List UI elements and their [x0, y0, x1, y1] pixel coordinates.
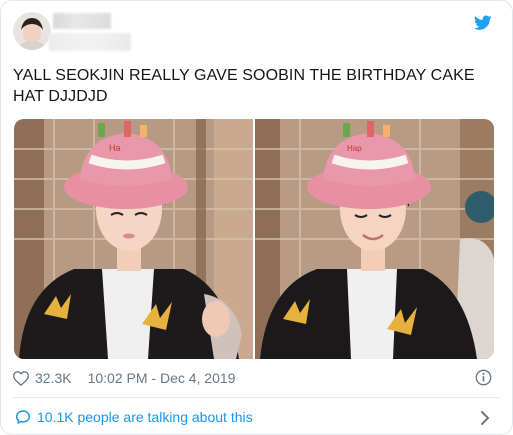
like-count[interactable]: 32.3K: [35, 370, 72, 386]
photo-1-image: Ha: [14, 119, 253, 359]
photo-2-image: Hap: [255, 119, 494, 359]
divider: [13, 397, 500, 398]
tweet-timestamp[interactable]: 10:02 PM - Dec 4, 2019: [88, 370, 236, 386]
info-icon[interactable]: [475, 369, 492, 386]
talking-link[interactable]: 10.1K people are talking about this: [15, 409, 253, 425]
svg-text:Ha: Ha: [109, 143, 121, 153]
talking-text[interactable]: 10.1K people are talking about this: [37, 409, 253, 425]
blurred-display-name: [53, 13, 111, 29]
tweet-card: YALL SEOKJIN REALLY GAVE SOOBIN THE BIRT…: [0, 0, 513, 435]
tweet-text: YALL SEOKJIN REALLY GAVE SOOBIN THE BIRT…: [13, 67, 475, 105]
svg-text:Hap: Hap: [347, 144, 362, 153]
tweet-photo-1[interactable]: Ha: [14, 119, 253, 359]
tweet-photo-2[interactable]: Hap: [255, 119, 494, 359]
twitter-bird-icon[interactable]: [474, 15, 492, 31]
tweet-meta: 32.3K 10:02 PM - Dec 4, 2019: [13, 370, 235, 386]
tweet-media[interactable]: Ha Hap: [14, 119, 494, 359]
avatar[interactable]: [13, 12, 51, 50]
blurred-username: [49, 33, 131, 51]
avatar-image: [13, 12, 51, 50]
chevron-right-icon[interactable]: [480, 410, 490, 426]
speech-bubble-icon: [15, 410, 31, 424]
heart-icon[interactable]: [13, 370, 29, 386]
